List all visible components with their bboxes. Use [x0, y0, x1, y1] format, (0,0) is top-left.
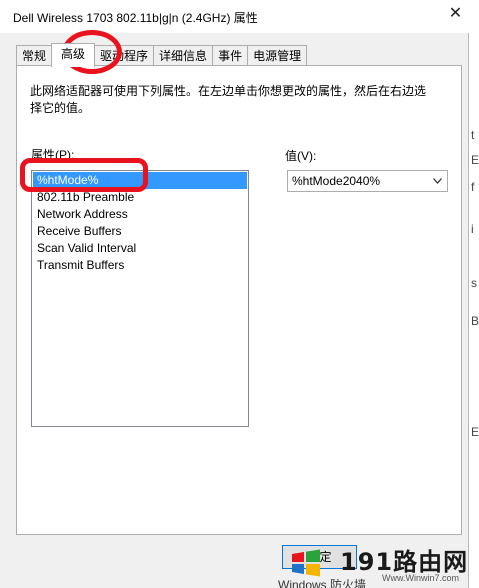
watermark-brand: 191路由网 — [340, 548, 469, 576]
tab-driver[interactable]: 驱动程序 — [95, 45, 154, 66]
chevron-down-icon[interactable] — [431, 171, 443, 191]
tab-general[interactable]: 常规 — [16, 45, 52, 66]
property-item-htmode[interactable]: %htMode% — [33, 172, 247, 189]
value-label: 值(V): — [285, 149, 317, 163]
background-char: i — [471, 222, 474, 236]
advanced-description: 此网络适配器可使用下列属性。在左边单击你想更改的属性，然后在右边选择它的值。 — [30, 84, 427, 115]
watermark-url: Www.Winwin7.com — [382, 573, 460, 583]
tab-details[interactable]: 详细信息 — [153, 45, 213, 66]
background-char: f — [471, 180, 475, 194]
property-item-receive-buffers[interactable]: Receive Buffers — [33, 223, 247, 240]
value-combobox-text: %htMode2040% — [292, 174, 381, 188]
title-bar[interactable]: Dell Wireless 1703 802.11b|g|n (2.4GHz) … — [0, 0, 469, 33]
tab-power-management[interactable]: 电源管理 — [247, 45, 308, 66]
properties-dialog: Dell Wireless 1703 802.11b|g|n (2.4GHz) … — [0, 0, 469, 588]
background-char: B — [471, 314, 479, 328]
background-char: E — [471, 425, 479, 439]
close-button[interactable]: ✕ — [442, 0, 469, 26]
property-item-network-address[interactable]: Network Address — [33, 206, 247, 223]
tab-events[interactable]: 事件 — [212, 45, 248, 66]
watermark: 191路由网 Www.Winwin7.com — [290, 538, 479, 588]
property-listbox[interactable]: %htMode% 802.11b Preamble Network Addres… — [31, 170, 249, 427]
advanced-panel: 此网络适配器可使用下列属性。在左边单击你想更改的属性，然后在右边选择它的值。 属… — [16, 65, 462, 535]
background-char: t — [471, 128, 475, 142]
background-char: s — [471, 276, 477, 290]
background-char: E — [471, 153, 479, 167]
tab-strip: 常规 高级 驱动程序 详细信息 事件 电源管理 — [16, 43, 308, 67]
dialog-title: Dell Wireless 1703 802.11b|g|n (2.4GHz) … — [13, 11, 258, 25]
windows-logo-icon — [292, 549, 320, 577]
close-icon: ✕ — [448, 5, 463, 22]
property-item-scan-valid-interval[interactable]: Scan Valid Interval — [33, 240, 247, 257]
property-label: 属性(P): — [31, 148, 75, 162]
property-item-transmit-buffers[interactable]: Transmit Buffers — [33, 257, 247, 274]
tab-advanced[interactable]: 高级 — [51, 43, 96, 67]
value-combobox[interactable]: %htMode2040% — [287, 170, 448, 192]
property-item-preamble[interactable]: 802.11b Preamble — [33, 189, 247, 206]
